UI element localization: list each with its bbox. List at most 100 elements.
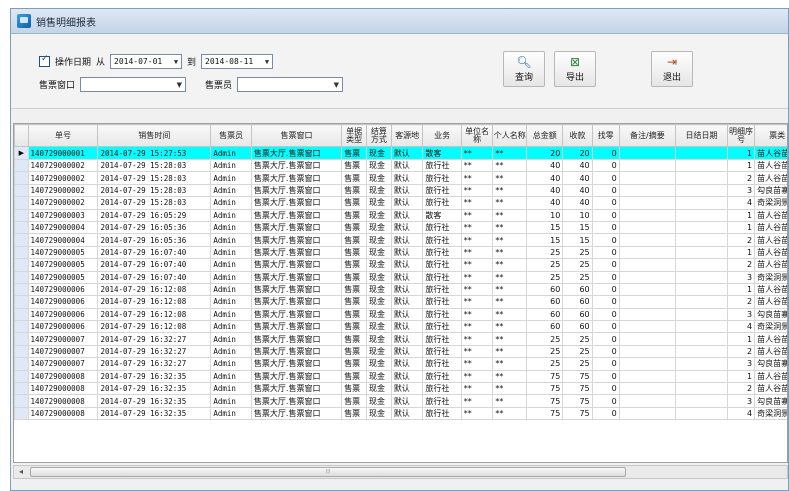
table-row[interactable]: 140729000008 2014-07-29 16:32:35 Admin 售票大厅… xyxy=(14,369,787,384)
table-row[interactable]: 140729000004 2014-07-29 16:05:36 Admin 售票大厅… xyxy=(14,233,787,247)
column-header[interactable]: 售票员 xyxy=(210,124,252,147)
table-cell xyxy=(618,270,677,284)
row-selector[interactable] xyxy=(14,171,29,185)
table-row[interactable]: 140729000007 2014-07-29 16:32:27 Admin 售票大厅… xyxy=(14,357,787,371)
table-cell: 售票 xyxy=(341,270,367,284)
from-date-picker[interactable]: 2014-07-01 ▼ xyxy=(110,54,183,69)
table-cell: 售票大厅.售票窗口 xyxy=(250,245,343,260)
column-header[interactable]: 备注/摘要 xyxy=(618,124,677,147)
row-selector[interactable] xyxy=(14,332,29,346)
column-header[interactable]: 单位名称 xyxy=(460,124,494,147)
column-header[interactable]: 销售时间 xyxy=(97,124,212,147)
horizontal-scrollbar[interactable]: ◂ ⦙⦙⦙ xyxy=(13,465,788,479)
column-header[interactable]: 日结日期 xyxy=(675,124,728,147)
query-button[interactable]: 🔍︎ 查询 xyxy=(503,51,545,87)
row-selector[interactable] xyxy=(14,382,29,396)
table-row[interactable]: 140729000008 2014-07-29 16:32:35 Admin 售票大厅… xyxy=(14,406,787,421)
table-cell: 旅行社 xyxy=(422,382,462,396)
row-selector[interactable] xyxy=(14,295,29,309)
table-row[interactable]: 140729000006 2014-07-29 16:12:08 Admin 售票大厅… xyxy=(14,295,787,309)
row-selector[interactable] xyxy=(14,258,29,272)
table-row[interactable]: 140729000002 2014-07-29 15:28:03 Admin 售票大厅… xyxy=(14,158,787,173)
column-header[interactable]: 结算方式 xyxy=(366,124,392,147)
column-header[interactable]: 业务 xyxy=(422,124,462,147)
table-cell: 现金 xyxy=(366,258,392,272)
table-row[interactable]: 140729000008 2014-07-29 16:32:35 Admin 售票大厅… xyxy=(14,382,787,396)
table-row[interactable]: 140729000003 2014-07-29 16:05:29 Admin 售票大厅… xyxy=(14,208,787,222)
table-row[interactable]: 140729000007 2014-07-29 16:32:27 Admin 售票大厅… xyxy=(14,344,787,359)
column-header[interactable]: 个人名称 xyxy=(492,124,528,147)
table-cell: 1 xyxy=(726,332,756,346)
sales-detail-grid[interactable]: 单号 销售时间 售票员 售票窗口 单据类型 结算方式 客源地 业务 单位名称 个人名称 总金额 收款找… xyxy=(13,123,788,463)
table-cell xyxy=(675,394,728,408)
table-cell: 25 xyxy=(562,344,593,359)
table-row[interactable]: ▶ 140729000001 2014-07-29 15:27:53 Admin 售票大… xyxy=(14,146,787,160)
table-row[interactable]: 140729000005 2014-07-29 16:07:40 Admin 售票大厅… xyxy=(14,270,787,284)
row-selector[interactable] xyxy=(14,320,29,334)
table-cell xyxy=(675,245,728,260)
table-cell: 15 xyxy=(526,220,564,235)
row-selector[interactable] xyxy=(14,208,29,222)
table-row[interactable]: 140729000002 2014-07-29 15:28:03 Admin 售票大厅… xyxy=(14,183,787,198)
column-header[interactable]: 明细序号 xyxy=(726,124,756,147)
table-row[interactable]: 140729000005 2014-07-29 16:07:40 Admin 售票大厅… xyxy=(14,245,787,260)
table-cell: 2014-07-29 15:28:03 xyxy=(97,183,212,198)
row-selector[interactable] xyxy=(14,245,29,260)
to-date-picker[interactable]: 2014-08-11 ▼ xyxy=(201,54,274,69)
table-cell xyxy=(675,406,728,421)
table-cell: 售票大厅.售票窗口 xyxy=(250,357,343,371)
row-selector[interactable] xyxy=(14,406,29,421)
column-header[interactable]: 单据类型 xyxy=(341,124,367,147)
table-cell: 默认 xyxy=(390,258,424,272)
table-cell: 15 xyxy=(526,233,564,247)
column-header[interactable]: 找零 xyxy=(591,124,620,147)
table-cell xyxy=(675,307,728,322)
column-header[interactable]: 收款 xyxy=(562,124,593,147)
table-row[interactable]: 140729000005 2014-07-29 16:07:40 Admin 售票大厅… xyxy=(14,258,787,272)
table-cell: ** xyxy=(460,158,494,173)
row-selector[interactable] xyxy=(14,196,29,210)
row-selector[interactable]: ▶ xyxy=(14,146,29,160)
table-row[interactable]: 140729000006 2014-07-29 16:12:08 Admin 售票大厅… xyxy=(14,307,787,322)
table-row[interactable]: 140729000007 2014-07-29 16:32:27 Admin 售票大厅… xyxy=(14,332,787,346)
scroll-thumb[interactable]: ⦙⦙⦙ xyxy=(30,467,626,477)
row-selector[interactable] xyxy=(14,307,29,322)
row-selector[interactable] xyxy=(14,357,29,371)
table-row[interactable]: 140729000002 2014-07-29 15:28:03 Admin 售票大厅… xyxy=(14,171,787,185)
table-row[interactable]: 140729000004 2014-07-29 16:05:36 Admin 售票大厅… xyxy=(14,220,787,235)
row-selector[interactable] xyxy=(14,394,29,408)
column-header[interactable]: 票类 xyxy=(754,124,787,147)
table-cell xyxy=(618,332,677,346)
date-filter-checkbox[interactable] xyxy=(39,54,50,67)
table-cell: 3 xyxy=(726,307,756,322)
scroll-left-icon[interactable]: ◂ xyxy=(14,466,28,478)
export-button[interactable]: ⊠ 导出 xyxy=(554,51,596,87)
column-header[interactable]: 总金额 xyxy=(526,124,564,147)
table-cell: 2014-07-29 16:32:35 xyxy=(97,382,212,396)
row-selector[interactable] xyxy=(14,282,29,297)
row-selector[interactable] xyxy=(14,233,29,247)
column-header[interactable]: 单号 xyxy=(27,124,99,147)
table-row[interactable]: 140729000006 2014-07-29 16:12:08 Admin 售票大厅… xyxy=(14,282,787,297)
table-cell: 2014-07-29 16:05:36 xyxy=(97,233,212,247)
table-row[interactable]: 140729000006 2014-07-29 16:12:08 Admin 售票大厅… xyxy=(14,320,787,334)
table-cell: 1 xyxy=(726,220,756,235)
ticket-window-select[interactable]: ▼ xyxy=(80,77,187,92)
table-row[interactable]: 140729000008 2014-07-29 16:32:35 Admin 售票大厅… xyxy=(14,394,787,408)
column-header[interactable]: 售票窗口 xyxy=(250,124,343,147)
table-cell: 25 xyxy=(526,270,564,284)
exit-button[interactable]: ⇥ 退出 xyxy=(651,51,693,87)
row-selector[interactable] xyxy=(14,270,29,284)
table-cell xyxy=(675,357,728,371)
row-selector[interactable] xyxy=(14,220,29,235)
row-selector[interactable] xyxy=(14,183,29,198)
row-selector[interactable] xyxy=(14,344,29,359)
table-cell: ** xyxy=(492,394,528,408)
column-header[interactable]: 客源地 xyxy=(390,124,424,147)
table-row[interactable]: 140729000002 2014-07-29 15:28:03 Admin 售票大厅… xyxy=(14,196,787,210)
row-selector[interactable] xyxy=(14,369,29,384)
seller-select[interactable]: ▼ xyxy=(237,77,344,92)
row-selector[interactable] xyxy=(14,158,29,173)
table-cell: 旅行社 xyxy=(422,332,462,346)
table-cell: 2014-07-29 15:28:03 xyxy=(97,171,212,185)
